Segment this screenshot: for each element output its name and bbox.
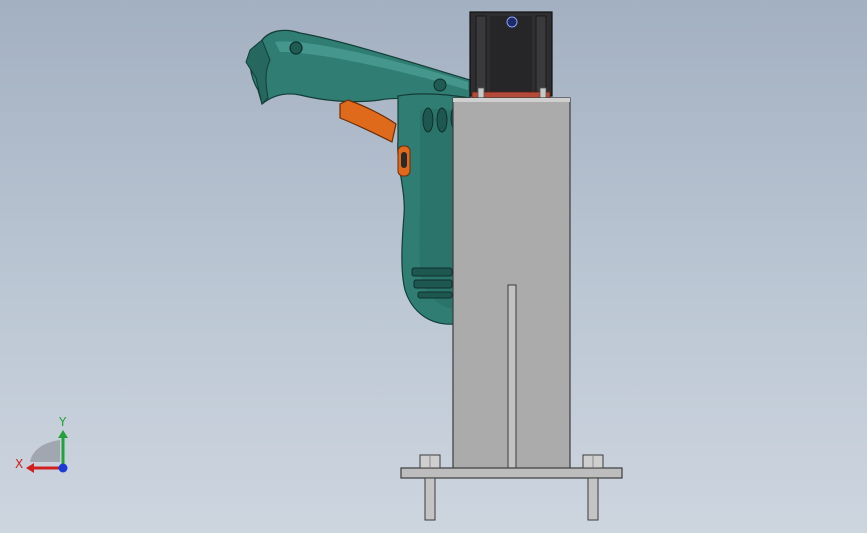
x-axis-arrow-icon xyxy=(26,463,34,473)
y-axis-arrow-icon xyxy=(58,430,68,438)
motor-bolt-right xyxy=(539,87,547,99)
drill-vent-hole xyxy=(433,78,447,92)
drill-switch-inset xyxy=(401,152,407,168)
column-top-edge xyxy=(453,98,570,102)
motor-shaft-icon xyxy=(506,16,518,28)
leg-left xyxy=(424,477,436,521)
drill-lower-grille xyxy=(411,267,453,299)
base-plate[interactable] xyxy=(400,467,623,479)
motor-left-fin xyxy=(475,15,487,93)
mounting-column[interactable] xyxy=(452,97,571,470)
drill-screw-hole xyxy=(289,41,303,55)
x-axis-label: X xyxy=(15,457,23,471)
triad-plane-icon xyxy=(30,440,60,462)
stepper-motor[interactable] xyxy=(469,11,553,99)
motor-right-fin xyxy=(535,15,547,93)
orientation-triad[interactable]: Y X xyxy=(15,415,68,473)
column-slot xyxy=(507,284,517,470)
y-axis-label: Y xyxy=(58,415,67,429)
leg-right xyxy=(587,477,599,521)
drill-trigger[interactable] xyxy=(339,99,397,143)
motor-bolt-left xyxy=(477,87,485,99)
power-drill[interactable] xyxy=(245,29,471,325)
3d-viewport[interactable]: Y X xyxy=(0,0,867,533)
z-axis-dot-icon xyxy=(58,463,68,473)
